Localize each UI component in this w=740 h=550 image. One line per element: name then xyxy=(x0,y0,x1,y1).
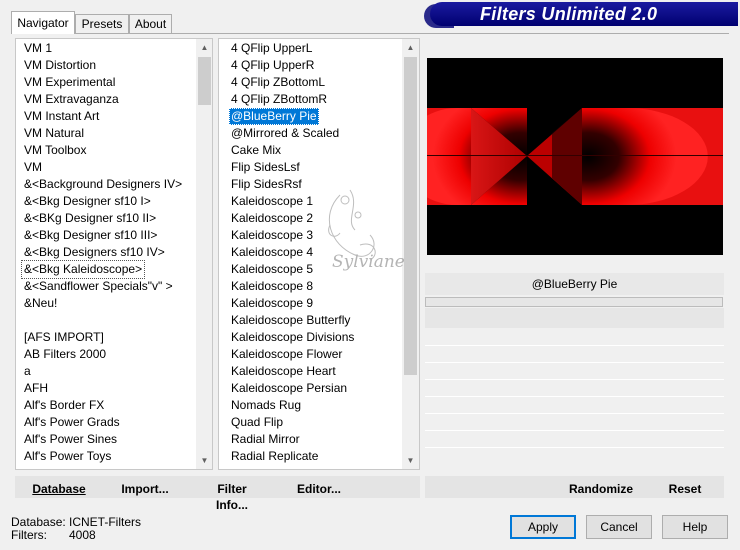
import-button[interactable]: Import... xyxy=(120,481,170,497)
list-item[interactable]: a xyxy=(22,363,33,380)
list-item[interactable]: Radial Mirror xyxy=(229,431,302,448)
app-title: Filters Unlimited 2.0 xyxy=(480,4,658,24)
list-item[interactable]: Alf's Power Grads xyxy=(22,414,122,431)
filter-scrollbar[interactable]: ▲ ▼ xyxy=(402,39,419,469)
list-item[interactable]: VM xyxy=(22,159,44,176)
database-value: ICNET-Filters xyxy=(69,515,141,529)
category-listbox[interactable]: VM 1 VM Distortion VM Experimental VM Extra… xyxy=(15,38,213,470)
tab-presets[interactable]: Presets xyxy=(75,14,129,33)
database-button[interactable]: Database xyxy=(30,481,88,497)
list-item[interactable]: VM Instant Art xyxy=(22,108,101,125)
cancel-button[interactable]: Cancel xyxy=(586,515,652,539)
list-item[interactable]: VM Extravaganza xyxy=(22,91,121,108)
help-button[interactable]: Help xyxy=(662,515,728,539)
category-scroll-thumb[interactable] xyxy=(198,57,211,105)
list-item[interactable]: Kaleidoscope 2 xyxy=(229,210,315,227)
list-item[interactable] xyxy=(22,312,26,329)
list-item[interactable]: Kaleidoscope 9 xyxy=(229,295,315,312)
list-item[interactable]: VM Toolbox xyxy=(22,142,88,159)
list-item[interactable]: [AFS IMPORT] xyxy=(22,329,106,346)
list-item[interactable]: Cake Mix xyxy=(229,142,283,159)
list-item[interactable]: Kaleidoscope Heart xyxy=(229,363,338,380)
list-item[interactable]: Kaleidoscope 8 xyxy=(229,278,315,295)
control-divider xyxy=(425,430,724,431)
list-item[interactable]: @BlueBerry Pie xyxy=(229,108,319,125)
editor-button[interactable]: Editor... xyxy=(297,481,341,497)
list-item[interactable]: Kaleidoscope 3 xyxy=(229,227,315,244)
apply-button[interactable]: Apply xyxy=(510,515,576,539)
list-item[interactable]: AFH xyxy=(22,380,50,397)
preview-image xyxy=(427,58,723,255)
category-scrollbar[interactable]: ▲ ▼ xyxy=(196,39,212,469)
control-divider xyxy=(425,345,724,346)
control-divider xyxy=(425,413,724,414)
control-divider xyxy=(425,379,724,380)
list-item[interactable]: &<Bkg Designers sf10 IV> xyxy=(22,244,167,261)
list-item[interactable]: &<Bkg Designer sf10 III> xyxy=(22,227,159,244)
list-item[interactable]: &<BKg Designer sf10 II> xyxy=(22,210,158,227)
list-item[interactable]: Flip SidesRsf xyxy=(229,176,304,193)
list-item[interactable]: Kaleidoscope 5 xyxy=(229,261,315,278)
scroll-down-icon[interactable]: ▼ xyxy=(196,452,212,469)
randomize-button[interactable]: Randomize xyxy=(566,481,636,497)
filters-count: 4008 xyxy=(69,528,96,542)
app-title-banner: Filters Unlimited 2.0 xyxy=(430,2,738,26)
list-item[interactable]: &<Background Designers IV> xyxy=(22,176,184,193)
list-item[interactable]: Alf's Border FX xyxy=(22,397,106,414)
tab-about[interactable]: About xyxy=(129,14,172,33)
list-item[interactable]: 4 QFlip UpperL xyxy=(229,40,314,57)
list-item[interactable]: Kaleidoscope Flower xyxy=(229,346,344,363)
list-item[interactable]: &<Bkg Designer sf10 I> xyxy=(22,193,153,210)
list-item[interactable]: @Mirrored & Scaled xyxy=(229,125,341,142)
scroll-down-icon[interactable]: ▼ xyxy=(402,452,419,469)
selected-filter-name: @BlueBerry Pie xyxy=(425,273,724,295)
list-item[interactable]: Kaleidoscope 4 xyxy=(229,244,315,261)
list-item[interactable]: Kaleidoscope Persian xyxy=(229,380,349,397)
list-item[interactable]: Kaleidoscope Divisions xyxy=(229,329,356,346)
filter-info-button[interactable]: Filter Info... xyxy=(200,481,264,512)
scroll-up-icon[interactable]: ▲ xyxy=(402,39,419,56)
list-item[interactable]: Kaleidoscope Butterfly xyxy=(229,312,352,329)
control-divider xyxy=(425,362,724,363)
tab-navigator[interactable]: Navigator xyxy=(11,11,75,34)
filter-listbox[interactable]: 4 QFlip UpperL 4 QFlip UpperR 4 QFlip ZBot… xyxy=(218,38,420,470)
list-item[interactable]: Flip SidesLsf xyxy=(229,159,302,176)
list-item[interactable]: VM Distortion xyxy=(22,57,98,74)
list-item[interactable]: Quad Flip xyxy=(229,414,285,431)
scroll-up-icon[interactable]: ▲ xyxy=(196,39,212,56)
list-item[interactable]: 4 QFlip UpperR xyxy=(229,57,316,74)
reset-button[interactable]: Reset xyxy=(665,481,705,497)
tab-strip-divider xyxy=(11,33,729,34)
list-item[interactable]: Kaleidoscope 1 xyxy=(229,193,315,210)
list-item[interactable]: &<Bkg Kaleidoscope> xyxy=(20,260,146,279)
control-divider xyxy=(425,447,724,448)
database-label: Database: xyxy=(11,515,66,529)
list-item[interactable]: VM Natural xyxy=(22,125,86,142)
list-item[interactable]: &<Sandflower Specials"v" > xyxy=(22,278,175,295)
list-item[interactable]: 4 QFlip ZBottomR xyxy=(229,91,329,108)
list-item[interactable]: AB Filters 2000 xyxy=(22,346,108,363)
control-divider xyxy=(425,396,724,397)
filters-label: Filters: xyxy=(11,528,47,542)
filter-scroll-thumb[interactable] xyxy=(404,57,417,375)
list-item[interactable]: Nomads Rug xyxy=(229,397,303,414)
list-item[interactable]: Radial Replicate xyxy=(229,448,320,465)
list-item[interactable]: VM 1 xyxy=(22,40,54,57)
list-item[interactable]: Alf's Power Sines xyxy=(22,431,119,448)
list-item[interactable]: 4 QFlip ZBottomL xyxy=(229,74,327,91)
list-item[interactable]: &Neu! xyxy=(22,295,59,312)
progress-bar xyxy=(425,297,723,307)
list-item[interactable]: VM Experimental xyxy=(22,74,117,91)
info-bar xyxy=(425,308,724,328)
list-item[interactable]: Alf's Power Toys xyxy=(22,448,113,465)
